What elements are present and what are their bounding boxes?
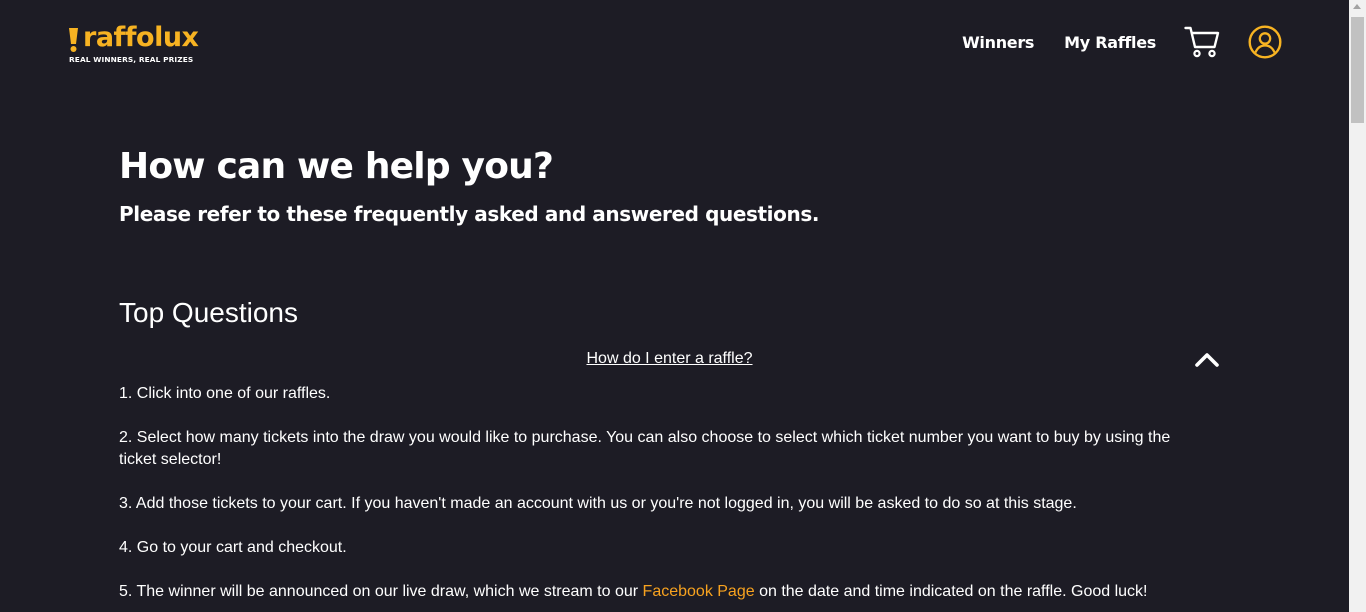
page-title: How can we help you? <box>119 146 554 187</box>
faq-step-4: 4. Go to your cart and checkout. <box>119 539 347 556</box>
top-nav: Winners My Raffles <box>962 25 1282 59</box>
logo-wordmark: raffolux <box>83 22 199 53</box>
faq-step-2: 2. Select how many tickets into the draw… <box>119 429 1171 468</box>
nav-winners-link[interactable]: Winners <box>962 33 1034 52</box>
faq-step-5: 5. The winner will be announced on our l… <box>119 581 1199 603</box>
scroll-up-arrow-icon[interactable] <box>1353 4 1361 9</box>
vertical-scrollbar[interactable] <box>1349 0 1366 612</box>
cart-icon[interactable] <box>1184 25 1220 59</box>
faq-step-5-text-end: on the date and time indicated on the ra… <box>754 583 1148 600</box>
faq-step-3: 3. Add those tickets to your cart. If yo… <box>119 495 1077 512</box>
faq-question-toggle[interactable]: How do I enter a raffle? <box>119 349 1220 371</box>
page-subtitle: Please refer to these frequently asked a… <box>119 202 820 226</box>
page: raffolux REAL WINNERS, REAL PRIZES Winne… <box>0 0 1349 612</box>
chevron-up-icon[interactable] <box>1194 350 1220 368</box>
user-account-icon[interactable] <box>1248 25 1282 59</box>
faq-step-5-text-start: 5. The winner will be announced on our l… <box>119 583 643 600</box>
logo-tagline: REAL WINNERS, REAL PRIZES <box>69 55 194 64</box>
faq-step-1: 1. Click into one of our raffles. <box>119 385 331 402</box>
logo-mark-icon <box>69 28 78 52</box>
scrollbar-thumb[interactable] <box>1351 17 1364 123</box>
nav-my-raffles-link[interactable]: My Raffles <box>1064 33 1156 52</box>
faq-answer: 1. Click into one of our raffles. 2. Sel… <box>119 383 1199 612</box>
facebook-page-link[interactable]: Facebook Page <box>643 583 755 600</box>
faq-section-title: Top Questions <box>119 297 298 328</box>
raffolux-logo[interactable]: raffolux REAL WINNERS, REAL PRIZES <box>68 22 218 66</box>
faq-question-text[interactable]: How do I enter a raffle? <box>119 350 1220 368</box>
